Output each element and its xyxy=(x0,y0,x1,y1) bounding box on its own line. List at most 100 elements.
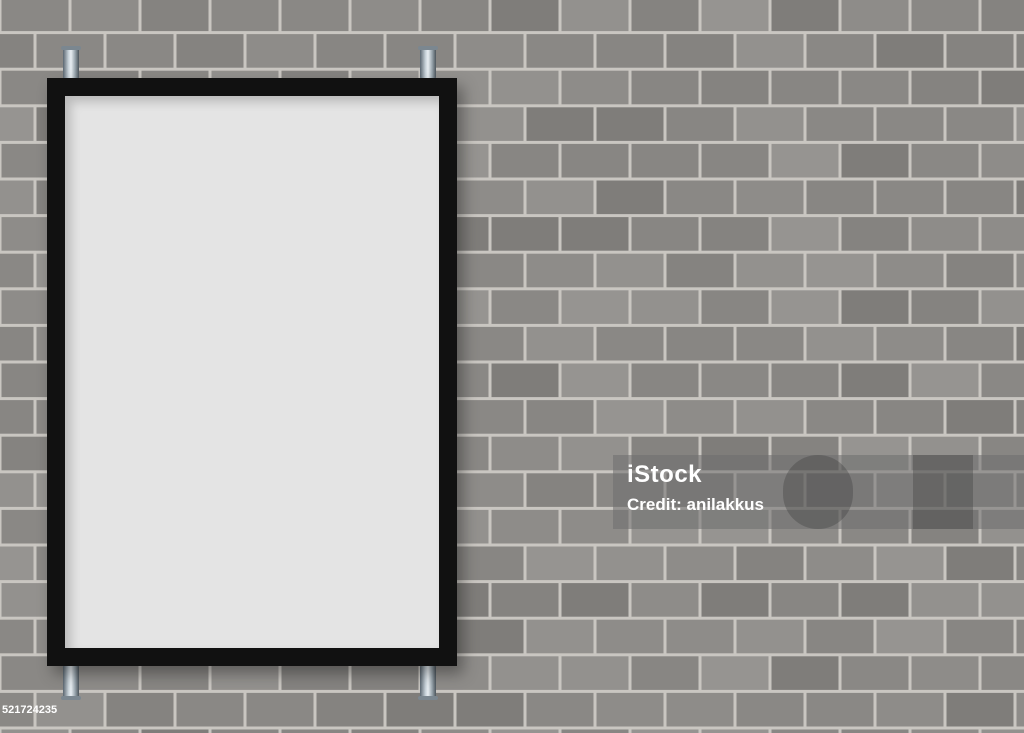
brick xyxy=(526,473,594,507)
brick xyxy=(1016,692,1024,727)
brick xyxy=(456,34,524,68)
brick xyxy=(1016,107,1024,141)
brick xyxy=(526,546,594,581)
brick xyxy=(946,107,1014,141)
brick xyxy=(316,692,384,727)
blank-poster-panel xyxy=(65,96,439,648)
brick xyxy=(841,0,909,32)
brick xyxy=(666,253,734,288)
brick xyxy=(981,583,1024,617)
brick xyxy=(806,107,874,141)
brick xyxy=(771,70,839,105)
brick xyxy=(911,143,979,178)
brick xyxy=(106,34,174,68)
brick xyxy=(911,729,979,733)
brick xyxy=(876,400,944,434)
brick xyxy=(456,107,524,141)
brick xyxy=(1,0,69,32)
brick xyxy=(666,34,734,68)
brick xyxy=(596,692,664,727)
brick xyxy=(666,107,734,141)
brick xyxy=(771,217,839,251)
brick xyxy=(596,253,664,288)
brick xyxy=(0,400,34,434)
brick xyxy=(491,217,559,251)
brick xyxy=(911,70,979,105)
brick xyxy=(701,656,769,690)
brick xyxy=(876,253,944,288)
brick xyxy=(736,619,804,654)
brick xyxy=(596,180,664,215)
brick xyxy=(806,34,874,68)
brick xyxy=(771,729,839,733)
brick xyxy=(841,729,909,733)
brick xyxy=(1016,400,1024,434)
brick xyxy=(701,583,769,617)
brick xyxy=(561,217,629,251)
brick xyxy=(806,546,874,581)
brick xyxy=(771,290,839,324)
brick xyxy=(946,326,1014,361)
brick xyxy=(351,729,419,733)
brick xyxy=(526,180,594,215)
brick xyxy=(771,143,839,178)
brick xyxy=(876,34,944,68)
watermark-shape xyxy=(913,455,973,529)
brick xyxy=(911,656,979,690)
brick xyxy=(491,363,559,398)
brick xyxy=(561,290,629,324)
brick xyxy=(876,180,944,215)
brick xyxy=(561,70,629,105)
brick xyxy=(211,0,279,32)
brick xyxy=(316,34,384,68)
brick xyxy=(806,253,874,288)
brick xyxy=(876,546,944,581)
brick xyxy=(806,692,874,727)
brick xyxy=(981,70,1024,105)
brick xyxy=(946,546,1014,581)
brick xyxy=(211,729,279,733)
brick xyxy=(526,34,594,68)
brick xyxy=(701,143,769,178)
brick xyxy=(631,217,699,251)
brick xyxy=(911,583,979,617)
brick xyxy=(981,729,1024,733)
brick xyxy=(561,363,629,398)
brick xyxy=(491,70,559,105)
brick xyxy=(1016,546,1024,581)
brick xyxy=(491,143,559,178)
brick xyxy=(491,729,559,733)
brick xyxy=(806,180,874,215)
brick xyxy=(1016,253,1024,288)
brick xyxy=(841,290,909,324)
brick xyxy=(841,656,909,690)
brick xyxy=(701,363,769,398)
brick xyxy=(666,180,734,215)
brick xyxy=(456,180,524,215)
watermark-credit: Credit: anilakkus xyxy=(627,495,764,514)
brick xyxy=(456,326,524,361)
brick xyxy=(71,0,139,32)
brick xyxy=(946,400,1014,434)
brick xyxy=(806,619,874,654)
brick xyxy=(596,107,664,141)
brick xyxy=(771,363,839,398)
brick xyxy=(1016,326,1024,361)
brick xyxy=(701,217,769,251)
brick xyxy=(526,619,594,654)
brick xyxy=(631,363,699,398)
brick xyxy=(736,546,804,581)
brick xyxy=(596,34,664,68)
brick xyxy=(106,692,174,727)
brick xyxy=(736,34,804,68)
brick xyxy=(841,583,909,617)
brick xyxy=(666,326,734,361)
brick xyxy=(456,473,524,507)
brick xyxy=(841,143,909,178)
brick xyxy=(666,546,734,581)
brick xyxy=(631,729,699,733)
brick xyxy=(456,546,524,581)
brick xyxy=(456,619,524,654)
brick xyxy=(176,692,244,727)
brick xyxy=(946,180,1014,215)
